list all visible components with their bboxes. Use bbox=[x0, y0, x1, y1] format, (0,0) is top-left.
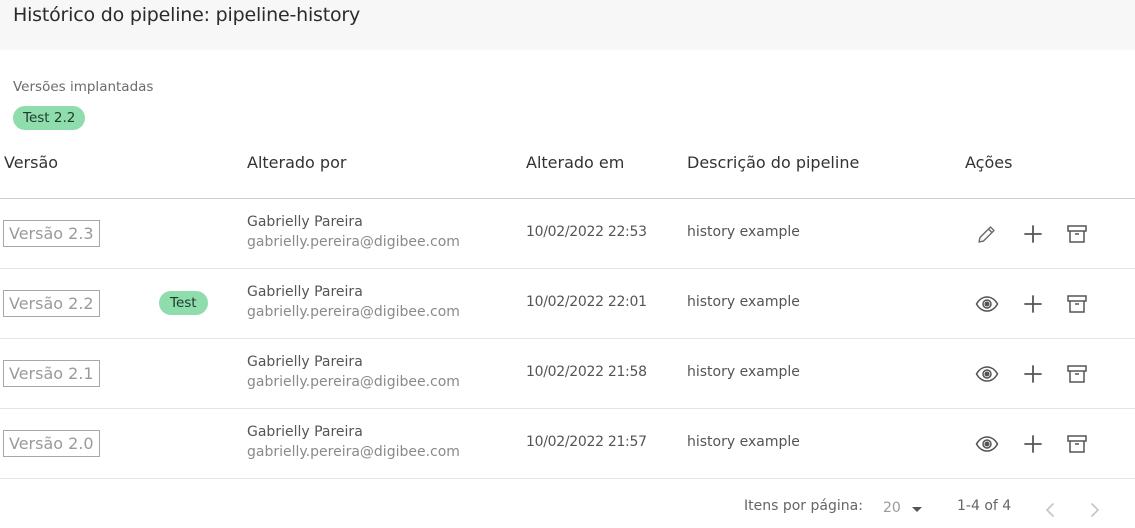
changed-by-email: gabrielly.pereira@digibee.com bbox=[247, 444, 460, 460]
add-icon[interactable] bbox=[1021, 222, 1045, 246]
column-header-actions: Ações bbox=[965, 153, 1013, 172]
eye-icon[interactable] bbox=[975, 292, 999, 316]
changed-at: 10/02/2022 21:57 bbox=[526, 434, 647, 450]
table-row: Versão 2.0 Gabrielly Pareira gabrielly.p… bbox=[0, 409, 1135, 479]
add-icon[interactable] bbox=[1021, 362, 1045, 386]
table-row: Versão 2.3 Gabrielly Pareira gabrielly.p… bbox=[0, 199, 1135, 269]
column-header-version: Versão bbox=[4, 153, 59, 172]
changed-by-email: gabrielly.pereira@digibee.com bbox=[247, 234, 460, 250]
changed-by-name: Gabrielly Pareira bbox=[247, 214, 363, 230]
table-row: Versão 2.1 Gabrielly Pareira gabrielly.p… bbox=[0, 339, 1135, 409]
version-label[interactable]: Versão 2.3 bbox=[3, 220, 100, 247]
eye-icon[interactable] bbox=[975, 432, 999, 456]
items-per-page-select[interactable]: 20 bbox=[883, 500, 901, 516]
changed-at: 10/02/2022 22:01 bbox=[526, 294, 647, 310]
changed-at: 10/02/2022 22:53 bbox=[526, 224, 647, 240]
deployed-version-chip[interactable]: Test 2.2 bbox=[13, 106, 86, 130]
add-icon[interactable] bbox=[1021, 432, 1045, 456]
pipeline-description: history example bbox=[687, 224, 800, 240]
page-title: Histórico do pipeline: pipeline-history bbox=[13, 4, 361, 26]
chevron-down-icon[interactable] bbox=[912, 507, 922, 512]
column-header-changed-by: Alterado por bbox=[247, 153, 347, 172]
page-range: 1-4 of 4 bbox=[957, 498, 1012, 514]
environment-badge: Test bbox=[159, 291, 208, 315]
table-row: Versão 2.2 Test Gabrielly Pareira gabrie… bbox=[0, 269, 1135, 339]
pipeline-description: history example bbox=[687, 294, 800, 310]
changed-by-email: gabrielly.pereira@digibee.com bbox=[247, 304, 460, 320]
next-page-button[interactable] bbox=[1086, 500, 1104, 520]
previous-page-button[interactable] bbox=[1041, 500, 1059, 520]
archive-icon[interactable] bbox=[1065, 362, 1089, 386]
changed-by-name: Gabrielly Pareira bbox=[247, 354, 363, 370]
add-icon[interactable] bbox=[1021, 292, 1045, 316]
eye-icon[interactable] bbox=[975, 362, 999, 386]
changed-by-name: Gabrielly Pareira bbox=[247, 284, 363, 300]
version-label[interactable]: Versão 2.0 bbox=[3, 430, 100, 457]
version-label[interactable]: Versão 2.2 bbox=[3, 290, 100, 317]
changed-by-name: Gabrielly Pareira bbox=[247, 424, 363, 440]
items-per-page-label: Itens por página: bbox=[744, 498, 863, 514]
archive-icon[interactable] bbox=[1065, 222, 1089, 246]
archive-icon[interactable] bbox=[1065, 432, 1089, 456]
pencil-icon[interactable] bbox=[975, 222, 999, 246]
column-header-description: Descrição do pipeline bbox=[687, 153, 860, 172]
version-label[interactable]: Versão 2.1 bbox=[3, 360, 100, 387]
changed-by-email: gabrielly.pereira@digibee.com bbox=[247, 374, 460, 390]
column-header-changed-at: Alterado em bbox=[526, 153, 625, 172]
pipeline-description: history example bbox=[687, 364, 800, 380]
archive-icon[interactable] bbox=[1065, 292, 1089, 316]
pipeline-description: history example bbox=[687, 434, 800, 450]
deployed-versions-label: Versões implantadas bbox=[13, 79, 154, 95]
page-header: Histórico do pipeline: pipeline-history bbox=[0, 0, 1135, 50]
changed-at: 10/02/2022 21:58 bbox=[526, 364, 647, 380]
